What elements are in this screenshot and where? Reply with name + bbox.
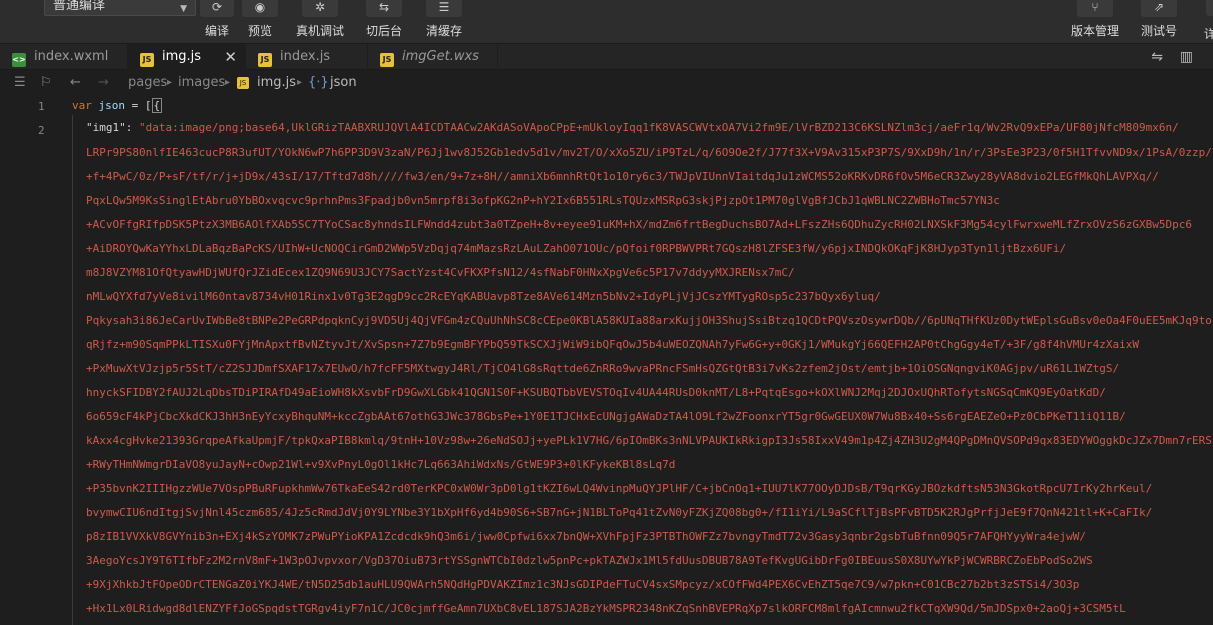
compile-mode-select[interactable]: 普通编译 ▼ <box>44 0 196 16</box>
test-account-button[interactable]: ⇗ 测试号 <box>1141 0 1177 39</box>
breadcrumb-images[interactable]: images <box>178 71 225 95</box>
wrapped-string-line: +AiDROYQwKaYYhxLDLaBqzBaPcKS/UIhW+UcNOQC… <box>86 242 1067 255</box>
wrapped-string-line: +f+4PwC/0z/P+sF/tf/r/j+jD9x/43sI/17/Tftd… <box>86 170 1159 183</box>
wrapped-string-line: +ACvOFfgRIfpDSK5PtzX3MB6AOlfXAb5SC7TYoCS… <box>86 218 1192 231</box>
breadcrumb-symbol[interactable]: json <box>330 71 357 95</box>
wrapped-string-line: nMLwQYXfd7yVe8ivilM60ntav8734vH01Rinx1v0… <box>86 290 881 303</box>
version-control-button[interactable]: ⑂ 版本管理 <box>1071 0 1119 39</box>
keyword-var: var <box>72 99 92 112</box>
eye-icon: ◉ <box>242 0 278 17</box>
line-number: 1 <box>38 100 45 113</box>
wrapped-string-line: +RWyTHmNWmgrDIaVO8yuJayN+cOwp21Wl+v9XvPn… <box>86 458 676 471</box>
code-line-1: var json = [{ <box>72 97 163 115</box>
line-number-gutter: 1 2 <box>0 95 64 625</box>
forward-arrow-icon[interactable]: → <box>98 71 109 95</box>
wrapped-string-line: +9XjXhkbJtFOpeODrCTENGaZ0iYKJ4WE/tN5D25d… <box>86 578 1080 591</box>
code-line-2: "img1": "data:image/png;base64,UklGRizTA… <box>86 121 1179 134</box>
wrapped-string-line: LRPr9PS80nlfIE463cucP8R3ufUT/YOkN6wP7h6P… <box>86 146 1213 159</box>
switch-background-icon: ⇆ <box>366 0 402 17</box>
close-icon[interactable]: ✕ <box>224 44 237 70</box>
tab-imgget-wxs[interactable]: JS imgGet.wxs <box>368 44 498 70</box>
remote-debug-button[interactable]: ✲ 真机调试 <box>296 0 344 39</box>
chevron-right-icon: ▸ <box>297 77 303 88</box>
wrapped-string-line: PqxLQw5M9KsSinglEtAbru0YbBOxvqcvc9prhnPm… <box>86 194 1000 207</box>
tab-index-wxml[interactable]: <> index.wxml <box>0 44 128 70</box>
wrapped-string-line: 6o659cF4kPjCbcXkdCKJ3hH3nEyYcxyBhquNM+kc… <box>86 410 1126 423</box>
tab-label: imgGet.wxs <box>402 49 479 64</box>
compile-mode-value: 普通编译 <box>53 0 106 13</box>
breadcrumb: ☰ ⚐ ← → pages ▸ images ▸ JS img.js ▸ {⋅}… <box>0 71 1213 95</box>
code-editor[interactable]: 1 2 var json = [{ "img1": "data:image/pn… <box>0 95 1213 625</box>
test-account-label: 测试号 <box>1141 24 1178 38</box>
js-file-icon: JS <box>380 53 394 67</box>
background-label: 切后台 <box>366 24 403 38</box>
wxml-file-icon: <> <box>12 53 26 67</box>
wrapped-string-line: Pqkysah3i86JeCarUvIWbBe8tBNPe2PeGRPdpqkn… <box>86 314 1213 327</box>
wrapped-string-line: +Hx1Lx0LRidwgd8dlENZYFfJoGSpqdstTGRgv4iy… <box>86 602 1126 615</box>
clear-cache-button[interactable]: ☰ 清缓存 <box>426 0 462 39</box>
indent-guide <box>72 115 73 625</box>
tab-label: img.js <box>162 49 202 64</box>
outline-icon[interactable]: ☰ <box>14 71 26 95</box>
details-button[interactable]: 详 <box>1204 0 1213 42</box>
js-file-icon: JS <box>140 53 154 67</box>
open-brace-match: { <box>151 98 163 113</box>
bug-icon: ✲ <box>302 0 338 17</box>
chevron-right-icon: ▸ <box>225 77 231 88</box>
property-key: "img1" <box>86 121 126 134</box>
details-label: 详 <box>1204 27 1213 41</box>
preview-button[interactable]: ◉ 预览 <box>242 0 278 39</box>
variable-symbol-icon: {⋅} <box>308 75 329 90</box>
breadcrumb-file[interactable]: img.js <box>257 71 296 95</box>
test-account-icon: ⇗ <box>1141 0 1177 17</box>
assign-op: = <box>125 99 145 112</box>
js-file-icon: JS <box>258 53 272 67</box>
compile-button[interactable]: ⟳ 编译 <box>200 0 234 39</box>
tab-index-js[interactable]: JS index.js <box>246 44 368 70</box>
breadcrumb-pages[interactable]: pages <box>128 71 167 95</box>
bookmark-icon[interactable]: ⚐ <box>40 71 52 95</box>
layers-icon: ☰ <box>426 0 462 17</box>
details-icon <box>1205 0 1213 16</box>
wrapped-string-line: +P35bvnK2IIIHgzzWUe7VOspPBuRFupkhmWw76Tk… <box>86 482 1153 495</box>
background-button[interactable]: ⇆ 切后台 <box>366 0 402 39</box>
version-control-icon: ⑂ <box>1077 0 1113 17</box>
compile-label: 编译 <box>204 24 229 38</box>
wrapped-string-line: m8J8VZYM81OfQtyawHDjWUfQrJZidEcex1ZQ9N69… <box>86 266 795 279</box>
wrapped-string-line: +PxMuwXtVJzjp5r5StT/cZ2SJJDmfSXAF17x7EUw… <box>86 362 1120 375</box>
wrapped-string-line: qRjfz+m90SqmPPkLTISXu0FYjMnApxtfBvNZtyvJ… <box>86 338 1139 351</box>
preview-label: 预览 <box>247 24 272 38</box>
chevron-right-icon: ▸ <box>167 77 173 88</box>
clear-cache-label: 清缓存 <box>426 24 463 38</box>
version-control-label: 版本管理 <box>1071 24 1120 38</box>
wrapped-string-line: hnyckSFIDBY2fAUJ2LqDbsTDiPIRAfD49aEioWH8… <box>86 386 1106 399</box>
chevron-down-icon: ▼ <box>180 4 187 14</box>
split-compare-icon[interactable]: ⇋ <box>1151 49 1163 65</box>
colon: : <box>125 121 139 134</box>
tab-label: index.js <box>280 49 331 64</box>
wrapped-string-line: 3AegoYcsJY9T6TIfbFz2M2rnV8mF+1W3pOJvpvxo… <box>86 554 1093 567</box>
editor-tabs: <> index.wxml JS img.js ✕ JS index.js JS img… <box>0 44 1213 70</box>
compile-icon: ⟳ <box>200 0 234 17</box>
line-number: 2 <box>38 124 45 137</box>
wrapped-string-line: bvymwCIU6ndItgjSvjNnl45czm685/4Jz5cRmdJd… <box>86 506 1153 519</box>
split-editor-icon[interactable]: ▥ <box>1180 49 1193 65</box>
tab-label: index.wxml <box>34 49 109 64</box>
string-value: "data:image/png;base64,UklGRizTAABXRUJQV… <box>139 121 1179 134</box>
open-bracket: [ <box>144 99 152 112</box>
wrapped-string-line: p8zIB1VVXkV8GVYnib3n+EXj4kSzYOMK7zPWuPYi… <box>86 530 1087 543</box>
back-arrow-icon[interactable]: ← <box>70 71 81 95</box>
tab-img-js[interactable]: JS img.js ✕ <box>128 44 246 70</box>
toolbar: 普通编译 ▼ ⟳ 编译 ◉ 预览 ✲ 真机调试 ⇆ 切后台 ☰ 清缓存 ⑂ 版本… <box>0 0 1213 44</box>
js-file-icon: JS <box>237 77 249 89</box>
remote-debug-label: 真机调试 <box>296 24 345 38</box>
wrapped-string-line: kAxx4cgHvke21393GrqpeAfkaUpmjF/tpkQxaPIB… <box>86 434 1212 447</box>
identifier-json: json <box>98 99 126 112</box>
